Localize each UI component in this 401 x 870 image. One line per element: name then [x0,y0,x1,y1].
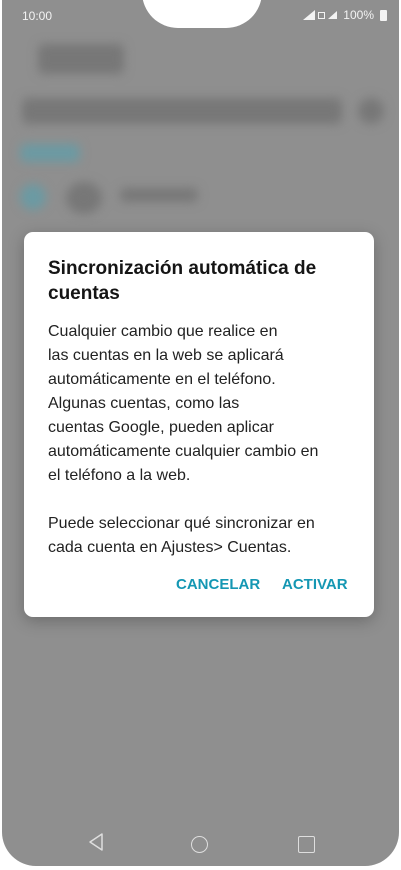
bg-text-block [120,188,198,202]
battery-icon [380,9,387,21]
message-line: Puede seleccionar qué sincronizar en [48,515,315,532]
back-triangle-icon[interactable] [88,832,104,852]
status-time: 10:00 [22,9,53,23]
home-circle-icon[interactable] [191,836,208,853]
message-line: cada cuenta en Ajustes> Cuentas. [48,539,292,556]
sync-dialog: Sincronización automática de cuentas Cua… [24,232,374,617]
bg-row-block [22,98,342,124]
phone-frame: 10:00 100% Sincronización automática de … [0,0,401,870]
navigation-bar [2,820,399,866]
bg-header-block [38,44,124,74]
message-line: Cualquier cambio que realice en [48,323,278,340]
activate-button[interactable]: ACTIVAR [282,576,348,593]
recents-square-icon[interactable] [298,836,315,853]
bg-avatar-block [20,184,46,210]
message-line: el teléfono a la web. [48,467,191,484]
message-line: cuentas Google, pueden aplicar [48,419,274,436]
camera-notch [142,0,262,28]
message-line: automáticamente en el teléfono. [48,371,276,388]
sim-icon [318,11,326,19]
signal-secondary-icon [328,11,338,19]
message-line: las cuentas en la web se aplicará [48,347,284,364]
dialog-message: Cualquier cambio que realice en las cuen… [48,320,353,560]
bg-row-icon [358,98,384,124]
battery-percent: 100% [343,8,374,22]
message-line: automáticamente cualquier cambio en [48,443,319,460]
status-icons: 100% [303,8,387,22]
bg-avatar-block-2 [66,182,102,214]
signal-icon [303,10,316,20]
message-line: Algunas cuentas, como las [48,395,240,412]
cancel-button[interactable]: CANCELAR [176,576,260,593]
dialog-title: Sincronización automática de cuentas [48,258,317,304]
bg-accent-block [20,144,80,162]
status-bar: 10:00 100% [2,0,399,32]
